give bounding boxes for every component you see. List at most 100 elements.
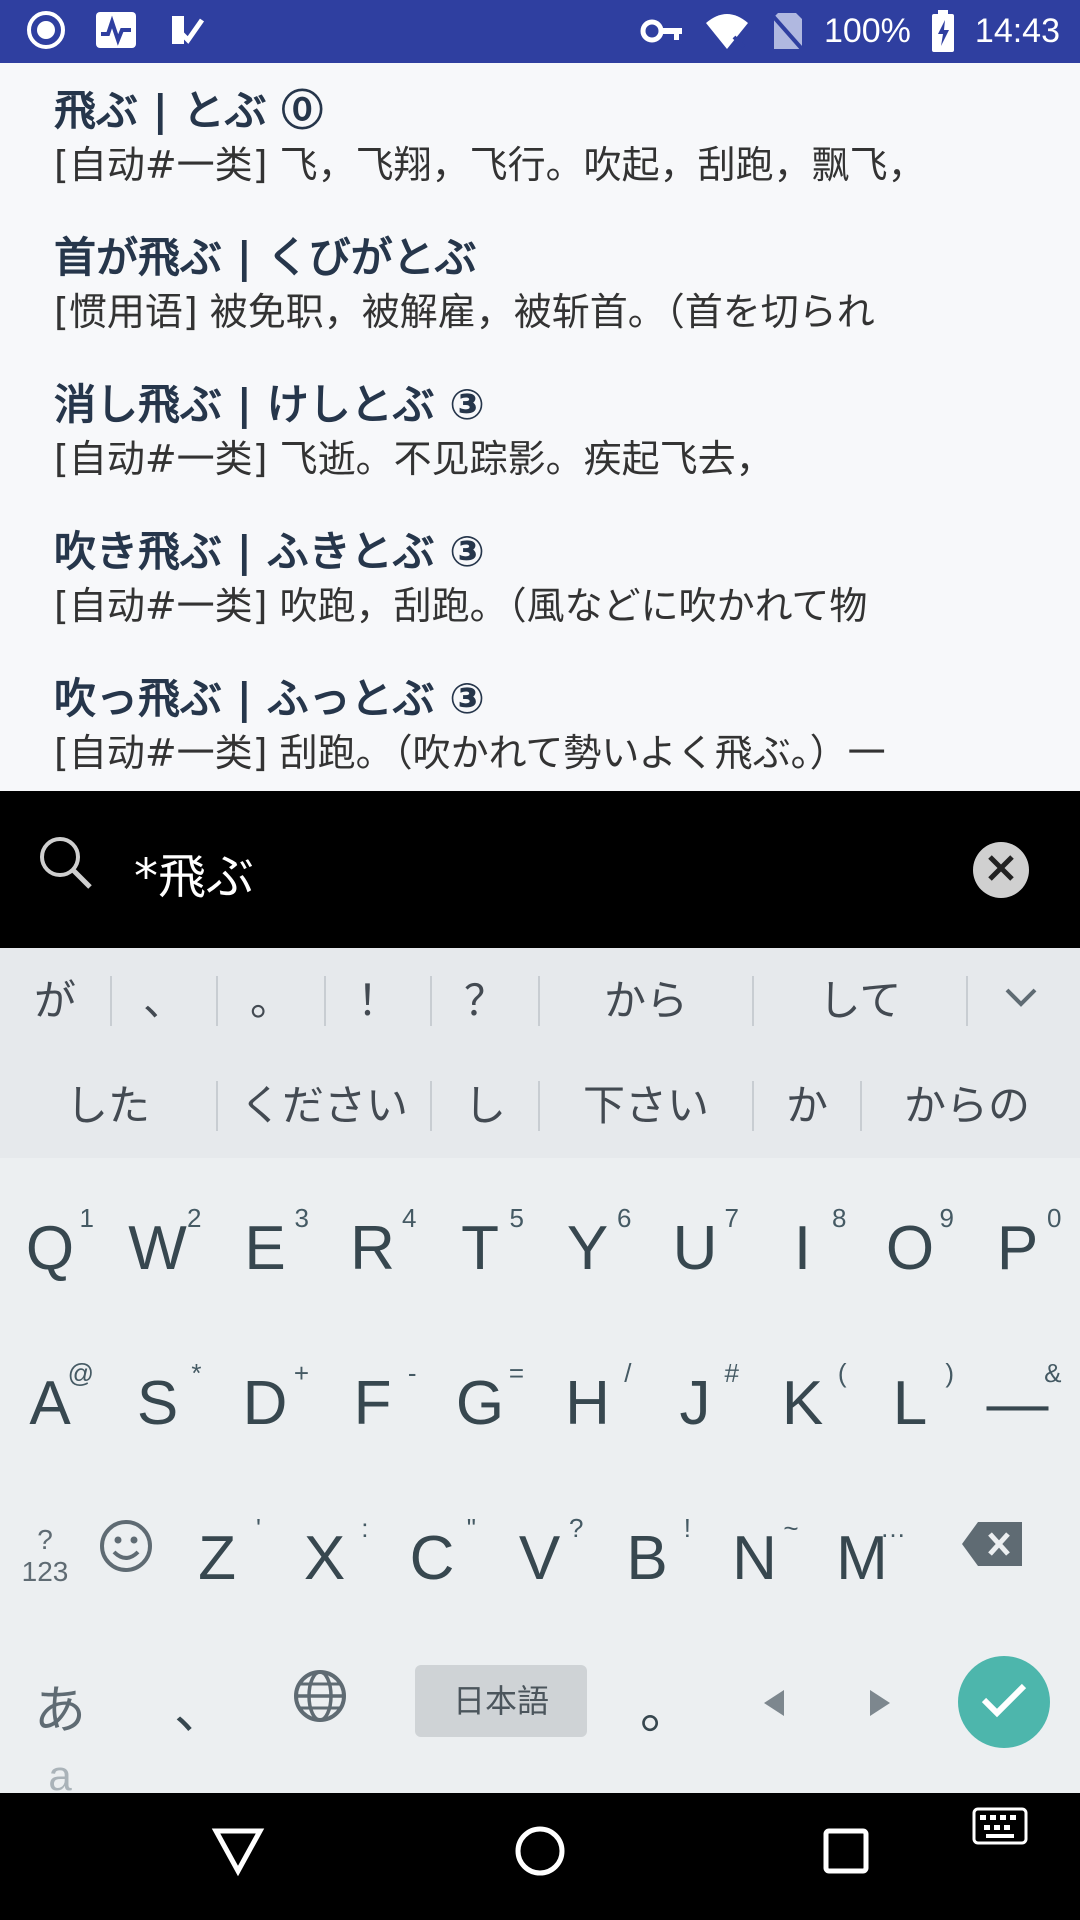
clear-search-button[interactable] xyxy=(973,842,1029,898)
status-bar: 100% 14:43 xyxy=(0,0,1080,63)
key-p[interactable]: P0 xyxy=(968,1203,1068,1284)
key-s[interactable]: S * xyxy=(108,1358,208,1439)
globe-icon[interactable] xyxy=(292,1668,348,1728)
cursor-right-icon[interactable] xyxy=(866,1688,894,1722)
key-o[interactable]: O9 xyxy=(860,1203,960,1284)
key-label: W xyxy=(128,1214,187,1283)
space-key[interactable]: 日本語 xyxy=(415,1665,587,1737)
emoji-icon[interactable] xyxy=(98,1518,154,1578)
key-b[interactable]: B! xyxy=(597,1513,697,1594)
key-h[interactable]: H / xyxy=(538,1358,638,1439)
key-label: F xyxy=(353,1369,392,1438)
key-hint: # xyxy=(724,1358,739,1388)
result-item[interactable]: 飛ぶ | とぶ ⓪ [自动#一类] 飞，飞翔，飞行。吹起，刮跑，飘飞， xyxy=(54,83,1050,191)
no-sim-icon xyxy=(770,11,804,51)
home-icon[interactable] xyxy=(512,1823,568,1883)
navigation-bar xyxy=(0,1793,1080,1920)
key-e[interactable]: E3 xyxy=(215,1203,315,1284)
suggestion[interactable]: して xyxy=(754,948,966,1053)
back-icon[interactable] xyxy=(210,1823,266,1883)
keyboard-switch-icon[interactable] xyxy=(972,1807,1028,1855)
key-hint: : xyxy=(361,1513,369,1543)
search-icon[interactable] xyxy=(36,833,96,897)
backspace-key[interactable] xyxy=(960,1520,1026,1572)
key-label: P xyxy=(996,1214,1039,1283)
key-r[interactable]: R4 xyxy=(323,1203,423,1284)
activity-icon xyxy=(94,10,138,50)
key-t[interactable]: T5 xyxy=(430,1203,530,1284)
result-headword: 吹っ飛ぶ | ふっとぶ ③ xyxy=(54,674,485,723)
comma-key[interactable]: 、 xyxy=(170,1668,230,1743)
suggestion[interactable]: 、 xyxy=(112,948,216,1053)
key-v[interactable]: V? xyxy=(490,1513,590,1594)
search-bar xyxy=(0,791,1080,948)
key-label: J xyxy=(679,1369,711,1438)
key-c[interactable]: C " xyxy=(382,1513,482,1594)
key-label: Q xyxy=(25,1214,75,1283)
suggestion[interactable]: 下さい xyxy=(540,1053,752,1158)
key-i[interactable]: I8 xyxy=(753,1203,853,1284)
check-icon xyxy=(166,10,206,50)
result-headword: 首が飛ぶ | くびがとぶ xyxy=(54,233,477,282)
key-label: B xyxy=(626,1524,668,1593)
suggestion[interactable]: からの xyxy=(862,1053,1072,1158)
enter-key[interactable] xyxy=(958,1656,1050,1748)
key-hint: ~ xyxy=(783,1513,799,1543)
result-item[interactable]: 首が飛ぶ | くびがとぶ [惯用语] 被免职，被解雇，被斩首。（首を切られ xyxy=(54,230,1050,338)
kana-toggle-key[interactable]: あa xyxy=(30,1668,90,1803)
key-label: X xyxy=(303,1524,346,1593)
suggestion[interactable]: ？ xyxy=(432,948,538,1053)
key-hint: 7 xyxy=(724,1203,739,1233)
key-z[interactable]: Z ' xyxy=(167,1513,267,1594)
key-m[interactable]: M… xyxy=(812,1513,912,1594)
suggestion[interactable]: ください xyxy=(218,1053,430,1158)
suggestion[interactable]: 。 xyxy=(218,948,324,1053)
cursor-left-icon[interactable] xyxy=(760,1688,788,1722)
results-list: 飛ぶ | とぶ ⓪ [自动#一类] 飞，飞翔，飞行。吹起，刮跑，飘飞， 首が飛ぶ… xyxy=(0,63,1080,791)
recents-icon[interactable] xyxy=(818,1823,874,1883)
key-q[interactable]: Q1 xyxy=(0,1203,100,1284)
key-hint: - xyxy=(407,1358,417,1388)
wifi-icon xyxy=(704,11,750,51)
key-x[interactable]: X: xyxy=(275,1513,375,1594)
key-label: U xyxy=(672,1214,718,1283)
key-y[interactable]: Y6 xyxy=(538,1203,638,1284)
key-a[interactable]: A @ xyxy=(0,1358,100,1439)
suggestion[interactable]: ！ xyxy=(326,948,430,1053)
key-l[interactable]: L) xyxy=(860,1358,960,1439)
key-w[interactable]: W2 xyxy=(108,1203,208,1284)
suggestion[interactable]: から xyxy=(540,948,752,1053)
key-d[interactable]: D + xyxy=(215,1358,315,1439)
key-u[interactable]: U7 xyxy=(645,1203,745,1284)
key-j[interactable]: J # xyxy=(645,1358,745,1439)
key-n[interactable]: N ~ xyxy=(705,1513,805,1594)
key-hint: / xyxy=(624,1358,632,1388)
key-label: A xyxy=(29,1369,71,1438)
key-k[interactable]: K( xyxy=(753,1358,853,1439)
suggestion[interactable]: し xyxy=(432,1053,538,1158)
key-label: V xyxy=(518,1524,561,1593)
period-key[interactable]: 。 xyxy=(636,1668,696,1743)
result-item[interactable]: 吹っ飛ぶ | ふっとぶ ③ [自动#一类] 刮跑。（吹かれて勢いよく飛ぶ。）一 xyxy=(54,671,1050,779)
key-label: R xyxy=(350,1214,395,1283)
result-item[interactable]: 吹き飛ぶ | ふきとぶ ③ [自动#一类] 吹跑，刮跑。（風などに吹かれて物 xyxy=(54,524,1050,632)
suggestion[interactable]: した xyxy=(0,1053,216,1158)
result-gloss: [自动#一类] 吹跑，刮跑。（風などに吹かれて物 xyxy=(54,584,868,628)
key-label: C xyxy=(409,1524,455,1593)
search-input[interactable] xyxy=(132,831,936,913)
symbols-key[interactable]: ?123 xyxy=(14,1524,76,1588)
chevron-down-icon[interactable] xyxy=(1004,986,1038,1014)
key-hint: * xyxy=(191,1358,202,1388)
key-hint: ' xyxy=(256,1513,261,1543)
result-gloss: [自动#一类] 飞，飞翔，飞行。吹起，刮跑，飘飞， xyxy=(54,143,926,187)
key-hint: ) xyxy=(945,1358,954,1388)
key-label: S xyxy=(136,1369,179,1438)
key-label: I xyxy=(793,1214,812,1283)
result-item[interactable]: 消し飛ぶ | けしとぶ ③ [自动#一类] 飞逝。不见踪影。疾起飞去， xyxy=(54,377,1050,485)
key-dash[interactable]: — & xyxy=(968,1358,1068,1439)
suggestion[interactable]: が xyxy=(0,948,110,1053)
key-label: — xyxy=(986,1369,1049,1438)
suggestion[interactable]: か xyxy=(754,1053,860,1158)
key-f[interactable]: F- xyxy=(323,1358,423,1439)
key-g[interactable]: G = xyxy=(430,1358,530,1439)
